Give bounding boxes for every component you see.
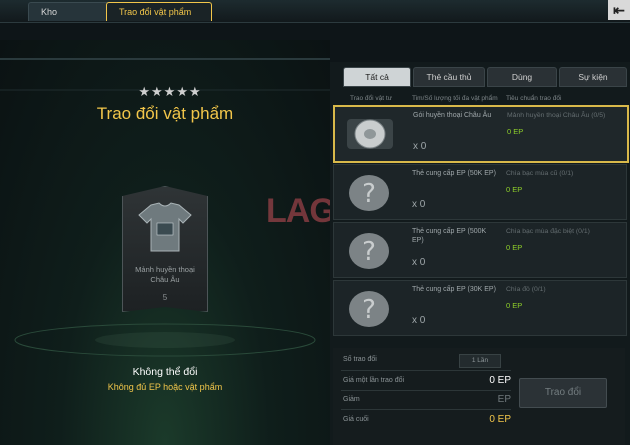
card-name: Mảnh huyền thoại Châu Âu [135,265,195,284]
item-card: Mảnh huyền thoại Châu Âu 5 [122,186,208,312]
item-name: Thẻ cung cấp EP (500K EP) [412,228,487,244]
divider [0,58,330,60]
trade-button[interactable]: Trao đổi [519,378,607,408]
svg-text:?: ? [362,295,376,325]
stars-text: ★★★★★ [138,84,202,99]
tab-tat-ca[interactable]: Tất cả [343,67,411,87]
item-name: Gói huyền thoại Châu Âu [413,112,492,119]
divider [341,390,511,391]
discount-label: Giảm [343,396,360,403]
item-qty: x 0 [412,199,426,210]
jersey-icon [138,202,192,252]
item-standard: Mảnh huyền thoại Châu Âu (0/5) [507,112,606,119]
ep-card-icon: ? [349,175,389,211]
ball-icon [347,119,393,149]
tab-su-kien-label: Sự kiện [578,72,608,82]
divider [341,409,511,410]
status-title: Không thể đổi [132,366,198,378]
tab-kho[interactable]: Kho [28,2,114,21]
tab-tat-ca-label: Tất cả [365,72,389,82]
list-item[interactable]: ? Thẻ cung cấp EP (50K EP) x 0 Chìa bạc … [333,164,627,220]
item-standard: Chìa bạc mùa đặc biệt (0/1) [506,228,590,235]
unit-price-value: 0 EP [489,375,511,386]
svg-text:?: ? [362,179,376,209]
item-name: Thẻ cung cấp EP (30K EP) [412,286,496,293]
top-bar: Kho Trao đổi vật phẩm ⇤ [0,0,630,23]
item-qty: x 0 [413,141,427,152]
item-ep: 0 EP [506,301,523,310]
item-qty: x 0 [412,315,426,326]
ep-card-icon: ? [349,291,389,327]
status-detail: Không đủ EP hoặc vật phẩm [107,382,223,392]
rating-stars: ★★★★★ [120,84,220,100]
ep-card-icon: ? [349,233,389,269]
unit-price-label: Giá một lần trao đổi [343,377,405,384]
tab-trao-doi-vat-pham[interactable]: Trao đổi vật phẩm [106,2,212,21]
final-price-value: 0 EP [489,414,511,425]
back-arrow-icon[interactable]: ⇤ [608,0,630,20]
tab-trao-doi-label: Trao đổi vật phẩm [119,7,192,17]
tab-kho-label: Kho [41,7,58,17]
list-item[interactable]: Gói huyền thoại Châu Âu x 0 Mảnh huyền t… [333,105,629,163]
item-ep: 0 EP [506,185,523,194]
item-ep: 0 EP [507,127,524,136]
tab-dung[interactable]: Dùng [487,67,557,87]
item-ep: 0 EP [506,243,523,252]
tab-the-cau-thu[interactable]: Thẻ cầu thủ [413,67,485,87]
column-header-count: Tim/Số lượng tối đa vật phẩm [412,95,498,102]
page-title: Trao đổi vật phẩm [96,104,234,123]
tab-su-kien[interactable]: Sự kiện [559,67,627,87]
discount-value: EP [497,394,511,405]
item-name: Thẻ cung cấp EP (50K EP) [412,170,496,177]
count-label: Số trao đổi [343,356,377,363]
column-header-standard: Tiêu chuẩn trao đổi [506,95,562,102]
svg-text:?: ? [362,237,376,267]
tab-dung-label: Dùng [511,72,533,82]
divider [341,370,511,371]
trade-summary: Số trao đổi 1 Lần Giá một lần trao đổi 0… [333,348,625,445]
count-selector[interactable]: 1 Lần [459,354,501,368]
item-qty: x 0 [412,257,426,268]
tab-the-cau-thu-label: Thẻ cầu thủ [426,72,472,82]
final-price-label: Giá cuối [343,416,369,423]
list-item[interactable]: ? Thẻ cung cấp EP (500K EP) x 0 Chìa bạc… [333,222,627,278]
item-standard: Chìa đồ (0/1) [506,286,546,293]
column-header-item: Trao đổi vật tư [350,95,393,102]
card-count: 5 [162,293,168,302]
item-standard: Chìa bạc mùa cũ (0/1) [506,170,574,177]
count-value: 1 Lần [471,357,489,364]
list-item[interactable]: ? Thẻ cung cấp EP (30K EP) x 0 Chìa đồ (… [333,280,627,336]
